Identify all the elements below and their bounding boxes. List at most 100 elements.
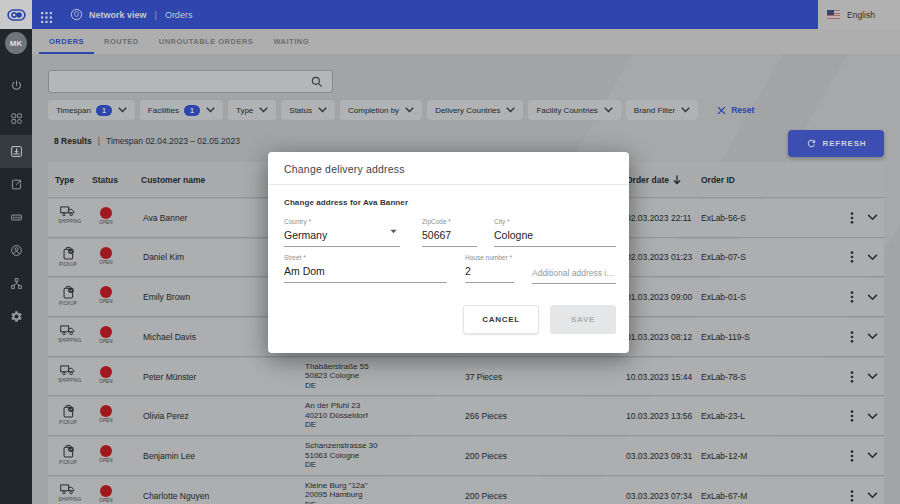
delivery-address: An der Pfuhl 23 40210 Düsseldorf DE — [305, 397, 465, 435]
row-expand-button[interactable] — [861, 477, 884, 504]
sidebar-item-scanner[interactable] — [0, 201, 32, 234]
customer-name: Charlotte Nguyen — [141, 477, 305, 504]
row-menu-button[interactable] — [843, 278, 861, 316]
sidebar-item-export-clipboard[interactable] — [0, 168, 32, 201]
filter-chip-completion-by[interactable]: Completion by — [340, 100, 422, 120]
filter-count-badge: 1 — [96, 105, 112, 116]
col-type[interactable]: Type — [48, 162, 92, 197]
col-order-date[interactable]: Order date — [626, 162, 701, 197]
modal-subtitle: Change address for Ava Banner — [284, 198, 408, 207]
street-value[interactable]: Am Dom — [284, 265, 447, 283]
kebab-icon — [850, 251, 854, 263]
filter-chip-facility-countries[interactable]: Facility Countries — [528, 100, 620, 120]
pickup-clipboard-icon — [62, 246, 75, 260]
country-field[interactable]: Country * Germany — [284, 218, 400, 247]
status-label: OPEN — [97, 299, 115, 304]
chevron-down-icon — [867, 492, 878, 499]
filter-chip-facilities[interactable]: Facilities1 — [140, 100, 223, 120]
search-icon[interactable] — [310, 75, 324, 93]
settings-gear-icon — [10, 310, 23, 323]
delivery-address: Kleine Burg "12a" 20095 Hamburg DE — [305, 477, 465, 504]
row-menu-button[interactable] — [843, 477, 861, 504]
status-open-dot — [100, 247, 112, 259]
row-expand-button[interactable] — [861, 199, 884, 237]
tab-routed[interactable]: ROUTED — [94, 29, 149, 54]
row-expand-button[interactable] — [861, 437, 884, 475]
chevron-down-icon — [405, 107, 414, 113]
row-expand-button[interactable] — [861, 397, 884, 435]
filter-chip-type[interactable]: Type — [228, 100, 276, 120]
sidebar-item-dashboard[interactable] — [0, 102, 32, 135]
pieces: 37 Pieces — [465, 358, 626, 396]
row-menu-button[interactable] — [843, 358, 861, 396]
tab-orders[interactable]: ORDERS — [39, 29, 94, 54]
cancel-button[interactable]: CANCEL — [463, 305, 539, 334]
us-flag-icon — [827, 10, 840, 19]
row-menu-button[interactable] — [843, 239, 861, 277]
additional-address-field[interactable]: Additional address info — [532, 254, 616, 284]
house-number-value[interactable]: 2 — [465, 265, 514, 283]
row-expand-button[interactable] — [861, 239, 884, 277]
zipcode-field[interactable]: ZipCode * 50667 — [422, 218, 477, 247]
reset-filters-button[interactable]: Reset — [717, 105, 754, 115]
save-button[interactable]: SAVE — [550, 305, 616, 334]
table-row[interactable]: PICKUP OPEN Benjamin Lee Schanzenstrasse… — [48, 437, 884, 475]
filter-chip-brand-filter[interactable]: Brand Filter — [626, 100, 698, 120]
chevron-down-icon — [867, 294, 878, 301]
table-row[interactable]: SHIPPING OPEN Charlotte Nguyen Kleine Bu… — [48, 477, 884, 504]
sidebar-item-network-nodes[interactable] — [0, 267, 32, 300]
filter-chip-status[interactable]: Status — [281, 100, 335, 120]
order-id: ExLab-119-S — [701, 318, 843, 356]
row-menu-button[interactable] — [843, 397, 861, 435]
pieces: 200 Pieces — [465, 477, 626, 504]
tabs-bar: ORDERSROUTEDUNROUTABLE ORDERSWAITING — [32, 29, 900, 54]
city-field[interactable]: City * Cologne — [494, 218, 616, 247]
filter-chip-delivery-countries[interactable]: Delivery Countries — [427, 100, 523, 120]
order-id: ExLab-56-S — [701, 199, 843, 237]
sidebar-item-support-agent[interactable] — [0, 234, 32, 267]
type-label: SHIPPING — [58, 219, 78, 224]
refresh-button[interactable]: REFRESH — [788, 130, 884, 157]
country-label: Country * — [284, 218, 400, 225]
street-field[interactable]: Street * Am Dom — [284, 254, 447, 283]
dashboard-icon — [10, 112, 23, 125]
order-date: 10.03.2023 15:44 — [626, 358, 701, 396]
row-expand-button[interactable] — [861, 358, 884, 396]
refresh-icon — [806, 138, 817, 149]
house-number-field[interactable]: House number * 2 — [465, 254, 514, 283]
language-selector[interactable]: English — [818, 0, 900, 29]
country-value[interactable]: Germany — [284, 229, 400, 247]
chevron-down-icon — [867, 452, 878, 459]
sort-desc-icon — [673, 175, 681, 185]
city-value[interactable]: Cologne — [494, 229, 616, 247]
sidebar-item-orders-inbox[interactable] — [0, 135, 32, 168]
row-menu-button[interactable] — [843, 318, 861, 356]
search-input[interactable] — [48, 70, 333, 93]
kebab-icon — [850, 212, 854, 224]
additional-address-placeholder[interactable]: Additional address info — [532, 266, 616, 284]
chevron-down-icon — [867, 214, 878, 221]
order-date: 02.03.2023 22:11 — [626, 199, 701, 237]
row-menu-button[interactable] — [843, 199, 861, 237]
top-app-bar: Network view | Orders English — [0, 0, 900, 29]
network-view-label[interactable]: Network view — [89, 10, 147, 20]
apps-grid-icon[interactable] — [41, 9, 52, 27]
row-expand-button[interactable] — [861, 278, 884, 316]
status-open-dot — [100, 286, 112, 298]
table-row[interactable]: PICKUP OPEN Olivia Perez An der Pfuhl 23… — [48, 397, 884, 435]
col-order-id[interactable]: Order ID — [701, 162, 843, 197]
app-logo[interactable] — [0, 0, 32, 29]
results-count: 8 Results — [54, 136, 92, 146]
row-menu-button[interactable] — [843, 437, 861, 475]
avatar[interactable]: MK — [5, 32, 27, 54]
table-row[interactable]: SHIPPING OPEN Peter Münster Thabäerstraß… — [48, 358, 884, 396]
sidebar-item-power[interactable] — [0, 69, 32, 102]
city-label: City * — [494, 218, 616, 225]
filter-chip-timespan[interactable]: Timespan1 — [48, 100, 135, 120]
col-status[interactable]: Status — [92, 162, 141, 197]
tab-waiting[interactable]: WAITING — [263, 29, 319, 54]
zipcode-value[interactable]: 50667 — [422, 229, 477, 247]
sidebar-item-settings-gear[interactable] — [0, 300, 32, 333]
row-expand-button[interactable] — [861, 318, 884, 356]
tab-unroutable-orders[interactable]: UNROUTABLE ORDERS — [149, 29, 264, 54]
